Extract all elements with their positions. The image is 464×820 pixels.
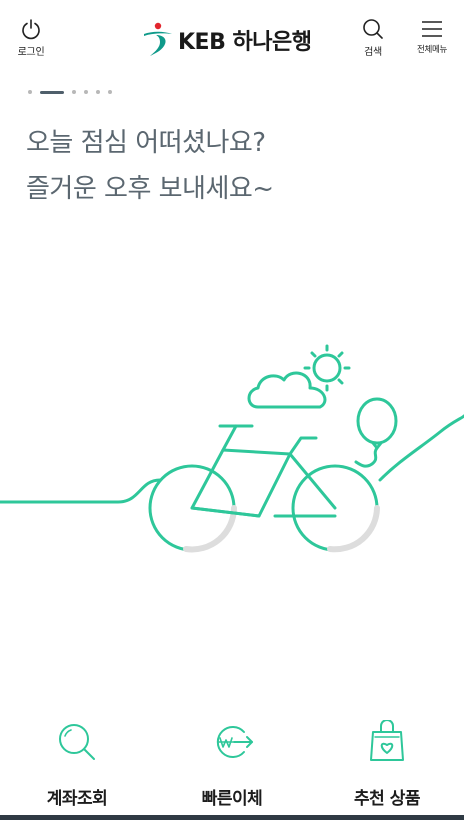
cloud-icon bbox=[247, 371, 327, 409]
login-label: 로그인 bbox=[17, 47, 45, 58]
greeting: 오늘 점심 어떠셨나요? 즐거운 오후 보내세요~ bbox=[26, 120, 446, 212]
search-label: 검색 bbox=[364, 47, 382, 58]
login-button[interactable]: 로그인 bbox=[12, 18, 50, 58]
shopping-bag-heart-icon bbox=[370, 720, 404, 761]
recommended-products-button[interactable]: 추천 상품 bbox=[322, 720, 452, 809]
greeting-line-2: 즐거운 오후 보내세요~ bbox=[26, 174, 274, 204]
header: 로그인 KEB 하나은행 검색 전체메뉴 bbox=[0, 0, 464, 70]
logo[interactable]: KEB 하나은행 bbox=[142, 22, 312, 58]
greeting-line-1: 오늘 점심 어떠셨나요? bbox=[26, 128, 266, 158]
quick-transfer-label: 빠른이체 bbox=[201, 789, 263, 809]
banner-pager bbox=[28, 90, 112, 94]
hamburger-icon bbox=[422, 21, 442, 37]
account-inquiry-button[interactable]: 계좌조회 bbox=[12, 720, 142, 809]
power-icon bbox=[22, 19, 40, 40]
search-button[interactable]: 검색 bbox=[356, 18, 390, 58]
sun-icon bbox=[303, 344, 351, 392]
recommended-products-label: 추천 상품 bbox=[354, 789, 420, 809]
account-inquiry-label: 계좌조회 bbox=[46, 789, 108, 809]
pager-dot[interactable] bbox=[72, 90, 76, 94]
hana-logo-icon bbox=[144, 22, 172, 56]
logo-text: KEB 하나은행 bbox=[178, 30, 312, 55]
balloon-icon bbox=[356, 397, 398, 445]
menu-label: 전체메뉴 bbox=[416, 45, 448, 55]
magnifier-icon bbox=[59, 724, 95, 760]
menu-button[interactable]: 전체메뉴 bbox=[410, 18, 454, 55]
search-icon bbox=[363, 19, 383, 39]
pager-dot[interactable] bbox=[28, 90, 32, 94]
pager-dot[interactable] bbox=[84, 90, 88, 94]
pager-dot[interactable] bbox=[96, 90, 100, 94]
quick-transfer-button[interactable]: 빠른이체 bbox=[167, 720, 297, 809]
pager-dot-active[interactable] bbox=[40, 90, 64, 94]
quick-menu: 계좌조회 빠른이체 추천 상품 bbox=[0, 705, 464, 815]
quick-transfer-icon bbox=[216, 726, 253, 758]
bottom-bar bbox=[0, 815, 464, 820]
bicycle-illustration bbox=[0, 344, 464, 553]
pager-dot[interactable] bbox=[108, 90, 112, 94]
